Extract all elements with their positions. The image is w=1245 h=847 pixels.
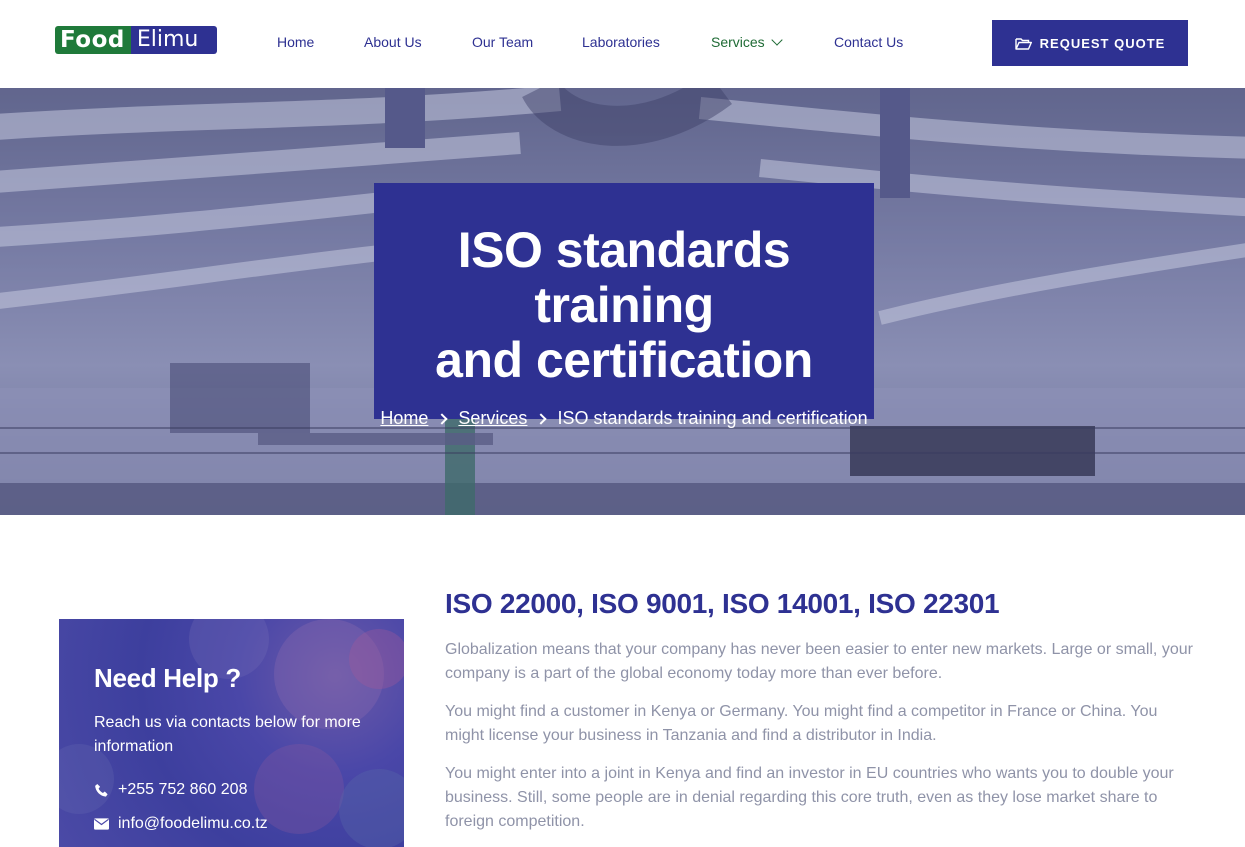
chevron-right-icon [535, 412, 548, 425]
request-quote-label: REQUEST QUOTE [1039, 35, 1166, 51]
breadcrumb-home-link[interactable]: Home [380, 408, 428, 429]
nav-contact-us[interactable]: Contact Us [834, 33, 903, 51]
breadcrumb: Home Services ISO standards training and… [374, 408, 874, 429]
site-header: Food Elimu Home About Us Our Team Labora… [0, 0, 1245, 88]
envelope-icon [94, 818, 109, 830]
need-help-text: Reach us via contacts below for more inf… [94, 714, 361, 755]
hero-banner: ISO standards training and certification… [0, 88, 1245, 515]
content-paragraph-1: Globalization means that your company ha… [445, 641, 1193, 682]
content-paragraph-2: You might find a customer in Kenya or Ge… [445, 703, 1158, 744]
main-content: ISO 22000, ISO 9001, ISO 14001, ISO 2230… [445, 587, 1205, 834]
site-logo[interactable]: Food Elimu [55, 26, 217, 54]
nav-our-team[interactable]: Our Team [472, 33, 533, 51]
section-heading: ISO 22000, ISO 9001, ISO 14001, ISO 2230… [445, 588, 1000, 619]
phone-icon [95, 783, 108, 797]
page-title-line1: ISO standards training [457, 222, 791, 333]
page-title-line2: and certification [435, 332, 813, 388]
email-contact[interactable]: info@foodelimu.co.tz [94, 815, 268, 833]
need-help-title: Need Help ? [94, 663, 241, 693]
nav-services[interactable]: Services [711, 33, 783, 51]
content-paragraph-3: You might enter into a joint in Kenya an… [445, 765, 1174, 830]
page-title: ISO standards training and certification [374, 223, 874, 388]
nav-laboratories[interactable]: Laboratories [582, 33, 660, 51]
folder-open-icon [1014, 37, 1032, 50]
logo-elimu-text: Elimu [130, 26, 217, 54]
breadcrumb-current: ISO standards training and certification [557, 408, 868, 428]
breadcrumb-services-link[interactable]: Services [458, 408, 527, 429]
nav-services-label: Services [711, 34, 765, 50]
need-help-card: Need Help ? Reach us via contacts below … [59, 619, 404, 847]
chevron-right-icon [436, 412, 449, 425]
phone-contact[interactable]: +255 752 860 208 [94, 781, 247, 799]
chevron-down-icon [771, 34, 783, 46]
nav-about-us[interactable]: About Us [364, 33, 422, 51]
hero-title-box: ISO standards training and certification… [374, 183, 874, 428]
request-quote-button[interactable]: REQUEST QUOTE [992, 20, 1188, 66]
email-address: info@foodelimu.co.tz [118, 815, 268, 832]
nav-home[interactable]: Home [277, 33, 314, 51]
phone-number: +255 752 860 208 [118, 781, 248, 798]
logo-food-text: Food [55, 26, 131, 54]
